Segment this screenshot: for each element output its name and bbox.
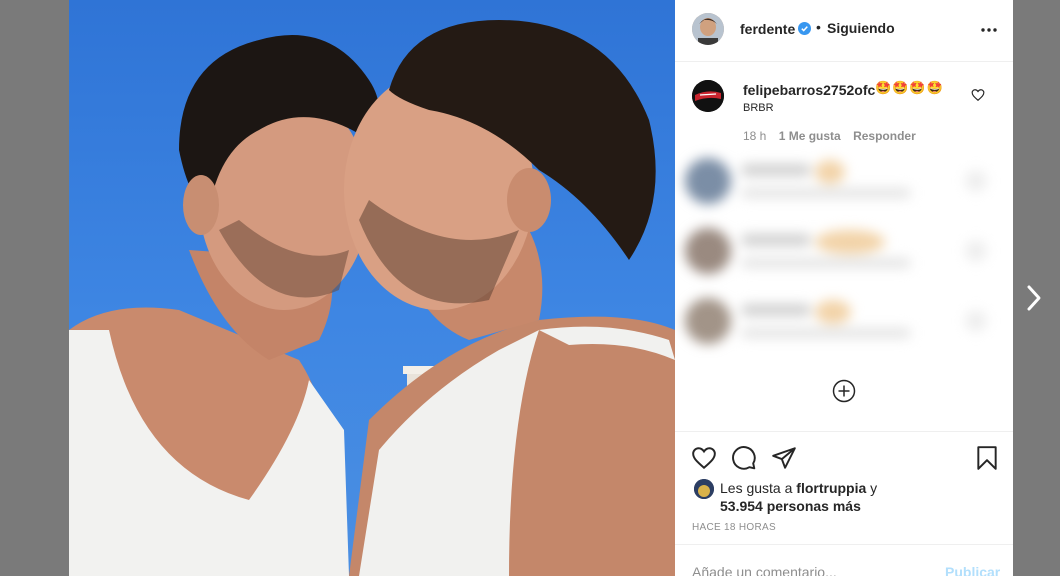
post-side-panel: ferdente • Siguiendo felipebarros2752ofc… (675, 0, 1013, 576)
author-avatar[interactable] (692, 13, 724, 45)
liker-avatar[interactable] (694, 479, 714, 499)
commenter-avatar[interactable] (692, 80, 724, 112)
blurred-avatar (685, 158, 731, 204)
likes-prefix: Les gusta a (720, 480, 797, 496)
liker-username[interactable]: flortruppia (796, 480, 866, 496)
comment-like-icon[interactable] (971, 88, 985, 102)
verified-icon (798, 22, 811, 35)
comment-item: felipebarros2752ofc 🤩🤩🤩🤩 BRBR 18 h 1 Me … (675, 72, 1013, 152)
comment-text: BRBR (743, 102, 774, 114)
like-icon[interactable] (691, 445, 717, 471)
post-photo-illustration (69, 20, 675, 576)
blurred-like (965, 240, 987, 262)
author-username[interactable]: ferdente (740, 21, 795, 37)
author-avatar-image (692, 13, 724, 45)
publish-button[interactable]: Publicar (945, 564, 1000, 576)
likes-connector: y (866, 480, 878, 496)
comment-icon[interactable] (731, 445, 757, 471)
liker-avatar-image (694, 479, 714, 499)
blurred-avatar (685, 298, 731, 344)
following-button[interactable]: Siguiendo (827, 20, 895, 36)
blurred-name (741, 234, 811, 246)
blurred-name (741, 304, 811, 316)
blurred-name (741, 164, 811, 176)
blurred-emoji (815, 300, 851, 324)
add-more-comments-icon[interactable] (832, 379, 856, 403)
comment-emojis: 🤩🤩🤩🤩 (875, 80, 944, 95)
blurred-comment (675, 222, 1013, 284)
comment-input[interactable] (692, 564, 922, 576)
post-photo[interactable] (69, 0, 675, 576)
comment-time: 18 h (743, 129, 767, 143)
comment-likes[interactable]: 1 Me gusta (779, 129, 841, 143)
blurred-text (741, 328, 911, 338)
post-timestamp[interactable]: HACE 18 HORAS (692, 522, 776, 533)
header-separator: • (816, 19, 821, 35)
blurred-emoji (815, 160, 845, 184)
blurred-like (965, 310, 987, 332)
next-arrow-icon[interactable] (1024, 284, 1044, 312)
likes-text: Les gusta a flortruppia y 53.954 persona… (720, 479, 960, 515)
save-icon[interactable] (974, 445, 1000, 471)
blurred-comment (675, 292, 1013, 354)
post-header: ferdente • Siguiendo (675, 0, 1013, 62)
reply-button[interactable]: Responder (853, 129, 916, 143)
likes-count[interactable]: 53.954 personas más (720, 498, 861, 514)
blurred-comment (675, 152, 1013, 214)
share-icon[interactable] (771, 445, 797, 471)
blurred-like (965, 170, 987, 192)
blurred-text (741, 188, 911, 198)
add-comment-bar: Publicar (675, 544, 1013, 576)
blurred-text (741, 258, 911, 268)
commenter-username[interactable]: felipebarros2752ofc (743, 82, 875, 98)
blurred-emoji (815, 230, 885, 254)
blurred-avatar (685, 228, 731, 274)
commenter-avatar-image (692, 80, 724, 112)
more-options-icon[interactable] (980, 24, 998, 36)
comment-meta: 18 h 1 Me gusta Responder (743, 129, 925, 143)
